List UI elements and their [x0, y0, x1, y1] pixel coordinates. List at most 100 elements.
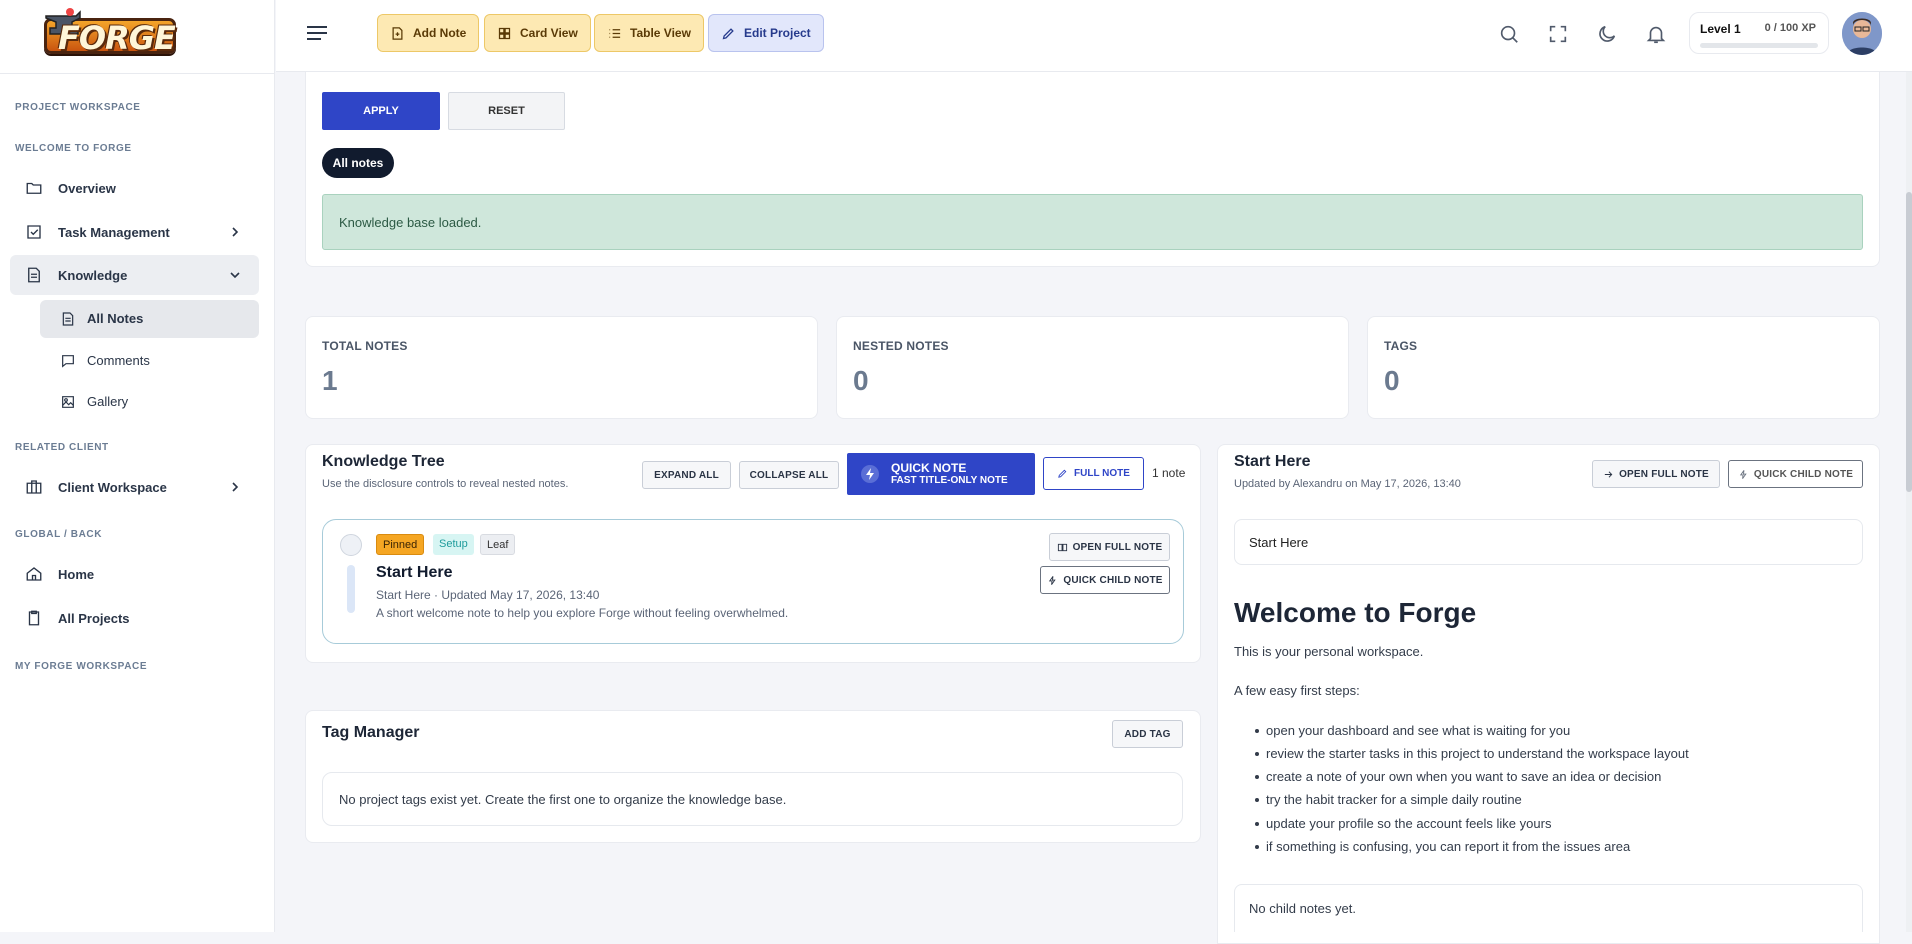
- sidebar-item-knowledge[interactable]: Knowledge: [10, 255, 259, 295]
- file-plus-icon: [392, 26, 403, 40]
- checkbox-icon: [27, 225, 41, 239]
- book-icon: [1057, 543, 1067, 551]
- note-description: A short welcome note to help you explore…: [376, 606, 789, 620]
- sidebar-item-label: All Notes: [87, 311, 144, 326]
- quick-note-label: QUICK NOTE: [891, 461, 967, 475]
- xp-widget[interactable]: Level 1 0 / 100 XP: [1689, 12, 1829, 54]
- collapse-all-button[interactable]: COLLAPSE ALL: [739, 461, 839, 489]
- search-icon[interactable]: [1498, 23, 1520, 45]
- add-tag-button[interactable]: ADD TAG: [1112, 720, 1183, 748]
- sidebar-item-label: Client Workspace: [58, 479, 167, 495]
- section-global-back: GLOBAL / BACK: [15, 529, 103, 540]
- expand-all-button[interactable]: EXPAND ALL: [642, 461, 731, 489]
- list-item: try the habit tracker for a simple daily…: [1255, 792, 1522, 807]
- section-my-forge-workspace: MY FORGE WORKSPACE: [15, 661, 148, 672]
- sidebar-item-label: Comments: [87, 353, 150, 368]
- sidebar-item-label: Knowledge: [58, 267, 128, 283]
- pencil-icon: [722, 27, 734, 39]
- xp-progress-bar: [1700, 43, 1818, 48]
- status-alert: Knowledge base loaded.: [322, 194, 1863, 250]
- image-icon: [62, 396, 74, 408]
- sidebar-item-label: Gallery: [87, 394, 129, 409]
- top-bar: Add Note Card View Table View Edit Proje…: [276, 0, 1912, 72]
- full-note-label: FULL NOTE: [1074, 468, 1130, 479]
- sidebar-item-home[interactable]: Home: [10, 554, 259, 594]
- document-icon: [62, 312, 74, 326]
- user-avatar-icon: [1842, 12, 1882, 55]
- stat-value: 0: [853, 365, 869, 396]
- sidebar-item-label: Home: [58, 566, 95, 582]
- lightning-icon: [861, 465, 879, 483]
- list-item: review the starter tasks in this project…: [1255, 746, 1689, 761]
- full-note-button[interactable]: FULL NOTE: [1043, 457, 1144, 490]
- avatar[interactable]: [1842, 12, 1882, 55]
- note-count: 1 note: [1152, 466, 1186, 480]
- list-item: if something is confusing, you can repor…: [1254, 839, 1631, 854]
- card-view-button[interactable]: Card View: [484, 14, 591, 52]
- note-tree-item[interactable]: Pinned Setup Leaf Start Here Start Here …: [322, 519, 1184, 644]
- tags-empty-state: No project tags exist yet. Create the fi…: [322, 772, 1183, 826]
- stat-total-notes: TOTAL NOTES 1: [305, 316, 818, 419]
- no-child-notes: No child notes yet.: [1234, 884, 1863, 932]
- detail-open-full-note-label: OPEN FULL NOTE: [1619, 468, 1709, 480]
- fullscreen-icon[interactable]: [1547, 23, 1569, 45]
- list-item: create a note of your own when you want …: [1254, 769, 1662, 784]
- card-view-label: Card View: [520, 26, 578, 40]
- stat-value: 1: [322, 365, 338, 396]
- detail-title: Start Here: [1234, 453, 1311, 470]
- reset-button[interactable]: RESET: [448, 92, 565, 130]
- chevron-right-icon: [232, 482, 239, 492]
- document-icon: [28, 267, 40, 283]
- sidebar-item-comments[interactable]: Comments: [40, 342, 259, 380]
- scrollbar[interactable]: [1906, 72, 1912, 932]
- detail-title-field[interactable]: Start Here: [1234, 519, 1863, 565]
- logo-text: FORGE: [58, 19, 176, 57]
- quick-note-sublabel: FAST TITLE-ONLY NOTE: [891, 475, 1008, 486]
- detail-steps-label: A few easy first steps:: [1234, 683, 1360, 698]
- knowledge-tree-title: Knowledge Tree: [322, 453, 445, 470]
- edit-project-label: Edit Project: [744, 26, 811, 40]
- pencil-icon: [1058, 469, 1067, 478]
- clipboard-icon: [28, 610, 40, 626]
- list-icon: [609, 28, 621, 38]
- moon-icon[interactable]: [1596, 23, 1618, 45]
- apply-button[interactable]: APPLY: [322, 92, 440, 130]
- sidebar-item-overview[interactable]: Overview: [10, 168, 259, 208]
- section-welcome: WELCOME TO FORGE: [15, 143, 132, 154]
- filter-pill-all-notes[interactable]: All notes: [322, 148, 394, 178]
- sidebar-item-label: Overview: [58, 180, 116, 196]
- open-full-note-button[interactable]: OPEN FULL NOTE: [1049, 533, 1170, 561]
- scrollbar-thumb[interactable]: [1906, 192, 1912, 492]
- quick-note-button[interactable]: QUICK NOTE FAST TITLE-ONLY NOTE: [847, 453, 1035, 495]
- list-item: open your dashboard and see what is wait…: [1254, 723, 1571, 738]
- sidebar-item-all-notes[interactable]: All Notes: [40, 300, 259, 338]
- briefcase-icon: [26, 480, 42, 494]
- sidebar-item-task-management[interactable]: Task Management: [10, 212, 259, 252]
- quick-child-note-button[interactable]: QUICK CHILD NOTE: [1040, 566, 1170, 594]
- bell-icon[interactable]: [1645, 23, 1667, 45]
- note-title[interactable]: Start Here: [376, 564, 452, 582]
- tree-line: [347, 565, 355, 613]
- list-item: update your profile so the account feels…: [1254, 816, 1552, 831]
- disclosure-toggle[interactable]: [340, 534, 362, 556]
- badge-pinned: Pinned: [376, 534, 425, 555]
- detail-open-full-note-button[interactable]: OPEN FULL NOTE: [1592, 460, 1720, 488]
- stat-label: TOTAL NOTES: [322, 339, 408, 353]
- chevron-right-icon: [232, 227, 239, 237]
- detail-quick-child-note-label: QUICK CHILD NOTE: [1753, 468, 1854, 480]
- sidebar-item-label: Task Management: [58, 224, 170, 240]
- table-view-button[interactable]: Table View: [594, 14, 704, 52]
- sidebar-item-all-projects[interactable]: All Projects: [10, 598, 259, 638]
- sidebar-item-gallery[interactable]: Gallery: [40, 383, 259, 421]
- stat-label: TAGS: [1384, 339, 1418, 353]
- sidebar-item-client-workspace[interactable]: Client Workspace: [10, 467, 259, 507]
- edit-project-button[interactable]: Edit Project: [708, 14, 824, 52]
- open-full-note-label: OPEN FULL NOTE: [1072, 541, 1163, 553]
- add-note-button[interactable]: Add Note: [377, 14, 480, 52]
- forge-logo[interactable]: FORGE: [36, 4, 182, 60]
- menu-icon[interactable]: [306, 24, 328, 42]
- section-project-workspace: PROJECT WORKSPACE: [15, 102, 141, 113]
- section-related-client: RELATED CLIENT: [15, 442, 109, 453]
- detail-quick-child-note-button[interactable]: QUICK CHILD NOTE: [1728, 460, 1863, 488]
- stat-nested-notes: NESTED NOTES 0: [836, 316, 1349, 419]
